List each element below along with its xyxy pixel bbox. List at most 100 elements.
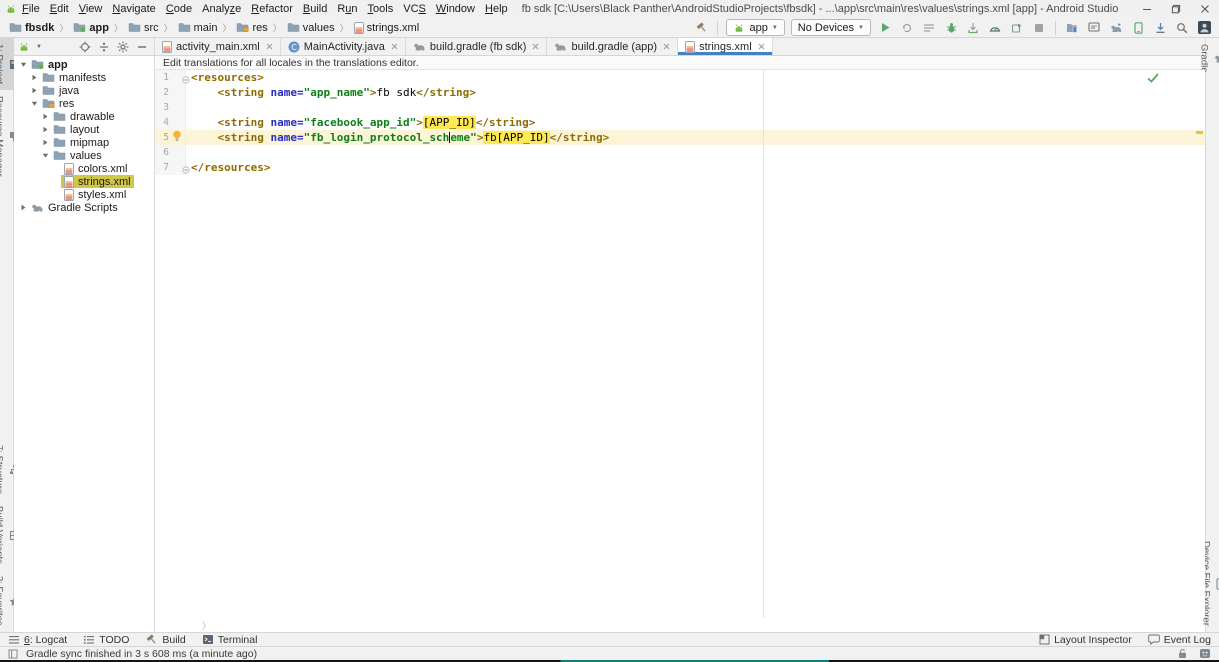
record-button[interactable] xyxy=(1009,20,1025,36)
close-tab-icon[interactable] xyxy=(758,42,765,52)
chevron-down-icon[interactable] xyxy=(42,152,49,159)
close-tab-icon[interactable] xyxy=(391,42,398,52)
tree-item-mipmap[interactable]: mipmap xyxy=(14,136,154,149)
device-selector[interactable]: No Devices▼ xyxy=(791,19,871,36)
chevron-right-icon[interactable] xyxy=(42,113,49,120)
window-close-button[interactable] xyxy=(1190,0,1219,18)
chevron-right-icon[interactable] xyxy=(31,87,38,94)
toolwindow-toggle-icon[interactable] xyxy=(8,649,18,659)
breadcrumb-strings-xml[interactable]: strings.xml xyxy=(352,22,422,34)
menu-analyze[interactable]: Analyze xyxy=(197,0,246,18)
code-line[interactable]: 1<resources> xyxy=(155,70,1205,85)
tree-item-gradle-scripts[interactable]: Gradle Scripts xyxy=(14,201,154,214)
tree-item-manifests[interactable]: manifests xyxy=(14,71,154,84)
code-line[interactable]: 2 <string name="app_name">fb sdk</string… xyxy=(155,85,1205,100)
rerun-button[interactable] xyxy=(899,20,915,36)
close-tab-icon[interactable] xyxy=(663,42,670,52)
tab-build-gradle-app[interactable]: build.gradle (app) xyxy=(547,38,678,55)
toolwindow-event-log[interactable]: Event Log xyxy=(1148,634,1211,646)
menu-edit[interactable]: Edit xyxy=(45,0,74,18)
tree-item-values[interactable]: values xyxy=(14,149,154,162)
inspection-ok-icon[interactable] xyxy=(1147,73,1159,86)
toolwindow-todo[interactable]: TODO xyxy=(83,634,129,646)
breadcrumb-main[interactable]: main xyxy=(176,22,220,34)
breadcrumb-app[interactable]: app xyxy=(71,22,111,34)
profile-button[interactable] xyxy=(987,20,1003,36)
stop-button[interactable] xyxy=(1031,20,1047,36)
menu-view[interactable]: View xyxy=(74,0,108,18)
intention-bulb-icon[interactable] xyxy=(172,130,182,146)
sync-gradle-button[interactable] xyxy=(1108,20,1124,36)
tree-item-java[interactable]: java xyxy=(14,84,154,97)
main-toolbar: fbsdk〉app〉src〉main〉res〉values〉strings.xm… xyxy=(0,18,1219,38)
chevron-down-icon[interactable] xyxy=(20,61,27,68)
menu-vcs[interactable]: VCS xyxy=(398,0,431,18)
editor[interactable]: 1<resources>2 <string name="app_name">fb… xyxy=(155,70,1205,618)
menu-code[interactable]: Code xyxy=(161,0,197,18)
toolbar-actions: app▼ No Devices▼ xyxy=(693,19,1212,36)
tab-strings-xml[interactable]: strings.xml xyxy=(678,38,773,55)
lock-icon[interactable] xyxy=(1178,648,1187,659)
tree-item-strings-xml[interactable]: strings.xml xyxy=(14,175,154,188)
chevron-right-icon[interactable] xyxy=(42,126,49,133)
chevron-right-icon[interactable] xyxy=(42,139,49,146)
search-button[interactable] xyxy=(1174,20,1190,36)
run-configuration-selector[interactable]: app▼ xyxy=(726,19,784,36)
window-minimize-button[interactable] xyxy=(1132,0,1161,18)
toolwindow-terminal[interactable]: Terminal xyxy=(202,634,258,646)
target-button[interactable] xyxy=(77,39,93,55)
tree-item-res[interactable]: res xyxy=(14,97,154,110)
warning-stripe-mark[interactable] xyxy=(1196,131,1203,134)
debug-button[interactable] xyxy=(943,20,959,36)
toolwindow-layout-inspector[interactable]: Layout Inspector xyxy=(1039,634,1132,646)
breadcrumb-src[interactable]: src xyxy=(126,22,161,34)
run-button[interactable] xyxy=(877,20,893,36)
chevron-down-icon[interactable] xyxy=(31,100,38,107)
code-line[interactable]: 6 xyxy=(155,145,1205,160)
gradle-indicator-icon[interactable] xyxy=(1199,648,1211,659)
menu-build[interactable]: Build xyxy=(298,0,332,18)
menu-run[interactable]: Run xyxy=(332,0,362,18)
code-line[interactable]: 5 <string name="fb_login_protocol_scheme… xyxy=(155,130,1205,145)
run-list-button[interactable] xyxy=(921,20,937,36)
collapse-all-button[interactable] xyxy=(96,39,112,55)
tab-mainactivity-java[interactable]: CMainActivity.java xyxy=(281,38,406,55)
menu-refactor[interactable]: Refactor xyxy=(246,0,298,18)
gear-button[interactable] xyxy=(115,39,131,55)
close-tab-icon[interactable] xyxy=(266,42,273,52)
fold-marker-icon[interactable] xyxy=(182,163,190,178)
chevron-right-icon[interactable] xyxy=(31,74,38,81)
toolwindow-6-logcat[interactable]: 6: Logcat xyxy=(8,634,67,646)
code-line[interactable]: 4 <string name="facebook_app_id">[APP_ID… xyxy=(155,115,1205,130)
tree-item-app[interactable]: app xyxy=(14,58,154,71)
menu-help[interactable]: Help xyxy=(480,0,513,18)
menu-file[interactable]: File xyxy=(17,0,45,18)
attach-debugger-button[interactable] xyxy=(965,20,981,36)
close-tab-icon[interactable] xyxy=(532,42,539,52)
tree-item-layout[interactable]: layout xyxy=(14,123,154,136)
breadcrumb-values[interactable]: values xyxy=(285,22,337,34)
code-line[interactable]: 3 xyxy=(155,100,1205,115)
avatar-button[interactable] xyxy=(1196,20,1212,36)
window-maximize-button[interactable] xyxy=(1161,0,1190,18)
hide-button[interactable] xyxy=(134,39,150,55)
tab-build-gradle-fb-sdk[interactable]: build.gradle (fb sdk) xyxy=(406,38,548,55)
hammer-icon xyxy=(145,633,158,646)
menu-navigate[interactable]: Navigate xyxy=(107,0,160,18)
build-project-button[interactable] xyxy=(693,20,709,36)
device-file-explorer-button[interactable] xyxy=(1064,20,1080,36)
menu-tools[interactable]: Tools xyxy=(363,0,399,18)
sdk-manager-button[interactable] xyxy=(1152,20,1168,36)
tree-item-colors-xml[interactable]: colors.xml xyxy=(14,162,154,175)
tree-item-styles-xml[interactable]: styles.xml xyxy=(14,188,154,201)
toolwindow-build[interactable]: Build xyxy=(145,633,185,646)
tab-activity-main-xml[interactable]: activity_main.xml xyxy=(155,38,281,55)
code-line[interactable]: 7</resources> xyxy=(155,160,1205,175)
device-manager-button[interactable] xyxy=(1130,20,1146,36)
chevron-right-icon[interactable] xyxy=(20,204,27,211)
breadcrumb-fbsdk[interactable]: fbsdk xyxy=(7,22,56,34)
logcat-window-button[interactable] xyxy=(1086,20,1102,36)
breadcrumb-res[interactable]: res xyxy=(234,22,269,34)
tree-item-drawable[interactable]: drawable xyxy=(14,110,154,123)
menu-window[interactable]: Window xyxy=(431,0,480,18)
